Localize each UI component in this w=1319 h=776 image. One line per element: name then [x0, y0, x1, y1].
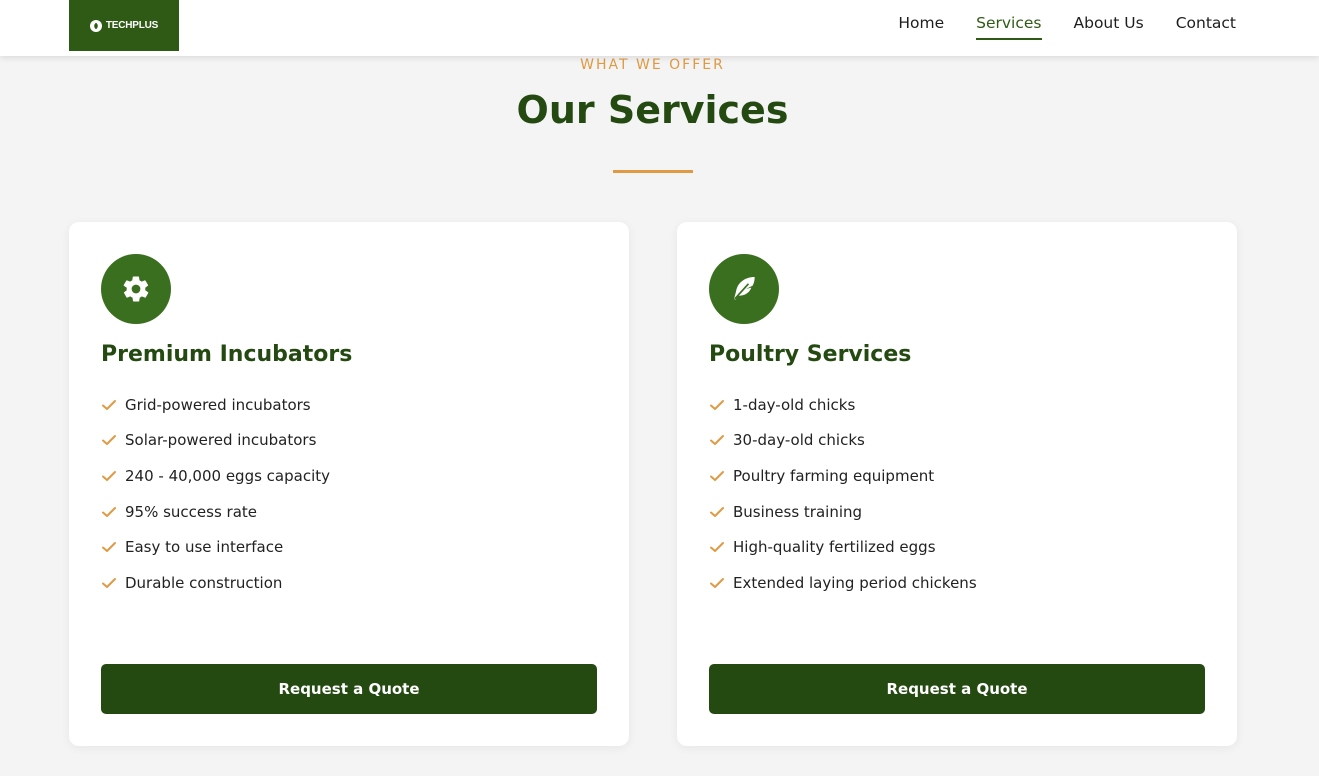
check-icon: [709, 468, 725, 484]
logo-icon: [89, 19, 102, 32]
feature-text: Solar-powered incubators: [125, 431, 317, 450]
service-card-incubators: Premium Incubators Grid-powered incubato…: [69, 222, 629, 746]
service-card-poultry: Poultry Services 1-day-old chicks 30-day…: [677, 222, 1237, 746]
site-logo[interactable]: TECHPLUS: [69, 0, 179, 51]
card-title: Poultry Services: [709, 342, 912, 367]
check-icon: [101, 432, 117, 448]
feature-text: 95% success rate: [125, 502, 258, 521]
request-quote-button[interactable]: Request a Quote: [101, 664, 597, 714]
list-item: Easy to use interface: [101, 529, 330, 565]
feature-text: Business training: [733, 502, 863, 521]
check-icon: [101, 468, 117, 484]
feature-list: Grid-powered incubators Solar-powered in…: [101, 387, 330, 601]
check-icon: [101, 504, 117, 520]
feather-icon: [709, 254, 779, 324]
list-item: Solar-powered incubators: [101, 423, 330, 459]
feature-list: 1-day-old chicks 30-day-old chicks Poult…: [709, 387, 977, 601]
list-item: Business training: [709, 494, 977, 530]
request-quote-button[interactable]: Request a Quote: [709, 664, 1205, 714]
feature-text: Durable construction: [125, 573, 283, 592]
nav-about-us[interactable]: About Us: [1074, 14, 1144, 34]
list-item: 95% success rate: [101, 494, 330, 530]
feature-text: 30-day-old chicks: [733, 431, 865, 450]
section-title: Our Services: [516, 88, 789, 132]
feature-text: Poultry farming equipment: [733, 466, 935, 485]
list-item: Poultry farming equipment: [709, 458, 977, 494]
check-icon: [709, 432, 725, 448]
check-icon: [709, 539, 725, 555]
check-icon: [709, 504, 725, 520]
nav-services[interactable]: Services: [976, 14, 1042, 40]
check-icon: [101, 397, 117, 413]
list-item: Grid-powered incubators: [101, 387, 330, 423]
nav-home[interactable]: Home: [898, 14, 944, 34]
card-title: Premium Incubators: [101, 342, 353, 367]
list-item: Extended laying period chickens: [709, 565, 977, 601]
list-item: Durable construction: [101, 565, 330, 601]
list-item: 30-day-old chicks: [709, 423, 977, 459]
feature-text: Grid-powered incubators: [125, 395, 311, 414]
main-nav: Home Services About Us Contact: [898, 0, 1236, 47]
check-icon: [101, 575, 117, 591]
nav-contact[interactable]: Contact: [1176, 14, 1236, 34]
logo-text: TECHPLUS: [105, 20, 159, 31]
title-divider: [613, 170, 693, 173]
list-item: 240 - 40,000 eggs capacity: [101, 458, 330, 494]
feature-text: 1-day-old chicks: [733, 395, 856, 414]
check-icon: [101, 539, 117, 555]
list-item: 1-day-old chicks: [709, 387, 977, 423]
feature-text: High-quality fertilized eggs: [733, 538, 936, 557]
section-eyebrow: WHAT WE OFFER: [580, 57, 725, 73]
list-item: High-quality fertilized eggs: [709, 529, 977, 565]
feature-text: 240 - 40,000 eggs capacity: [125, 466, 331, 485]
site-header: TECHPLUS Home Services About Us Contact: [0, 0, 1319, 56]
check-icon: [709, 575, 725, 591]
check-icon: [709, 397, 725, 413]
feature-text: Easy to use interface: [125, 538, 284, 557]
feature-text: Extended laying period chickens: [733, 573, 977, 592]
gear-icon: [101, 254, 171, 324]
